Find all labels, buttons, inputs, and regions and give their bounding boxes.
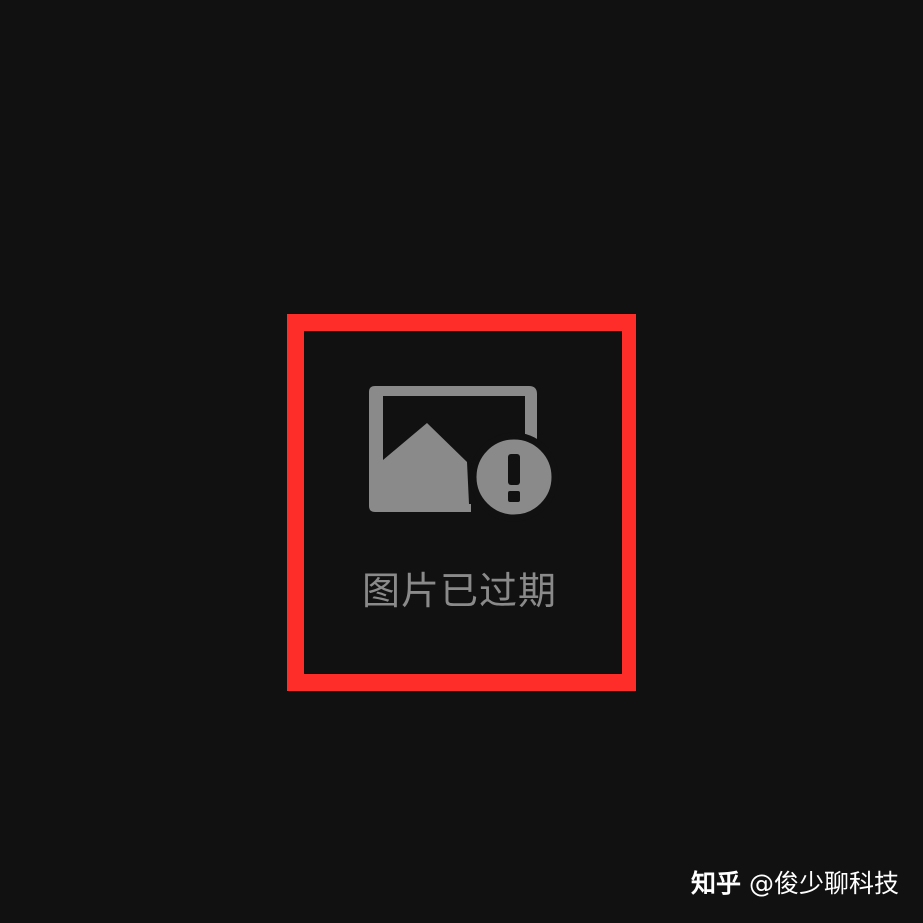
zhihu-watermark: 知乎 @俊少聊科技: [691, 867, 899, 901]
expired-image-icon: [369, 386, 559, 522]
zhihu-logo-text: 知乎: [691, 869, 742, 898]
expired-image-screen: 图片已过期 知乎 @俊少聊科技: [0, 0, 923, 923]
expired-status-text: 图片已过期: [362, 569, 558, 613]
watermark-author: @俊少聊科技: [748, 869, 899, 898]
